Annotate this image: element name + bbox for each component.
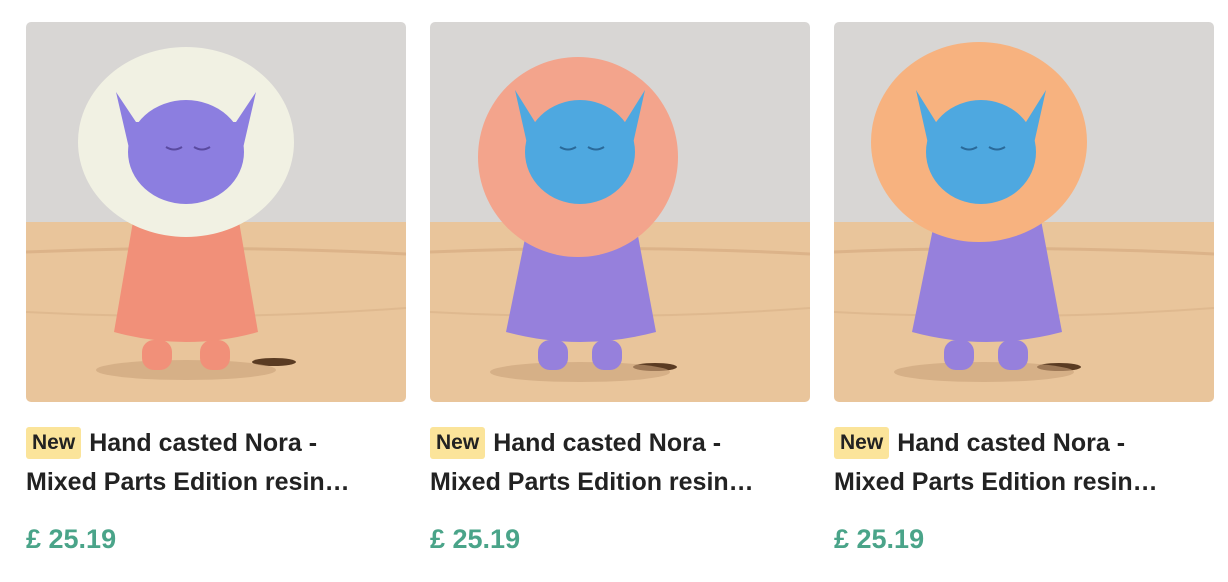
figurine-image (26, 22, 406, 402)
title-line-2[interactable]: Mixed Parts Edition resin… (430, 463, 810, 502)
new-badge: New (834, 427, 890, 459)
product-image[interactable] (834, 22, 1214, 402)
figurine-image (430, 22, 810, 402)
product-grid: New Hand casted Nora - Mixed Parts Editio… (0, 0, 1228, 582)
title-line-1[interactable]: Hand casted Nora - (89, 429, 317, 457)
product-price: £ 25.19 (26, 524, 117, 554)
figurine-image (834, 22, 1214, 402)
product-title[interactable]: New Hand casted Nora - Mixed Parts Editio… (26, 424, 406, 502)
title-line-1[interactable]: Hand casted Nora - (897, 429, 1125, 457)
product-price: £ 25.19 (834, 524, 925, 554)
new-badge: New (430, 427, 486, 459)
title-line-2[interactable]: Mixed Parts Edition resin… (26, 463, 406, 502)
product-card[interactable]: New Hand casted Nora - Mixed Parts Editio… (834, 22, 1214, 556)
new-badge: New (26, 427, 82, 459)
product-card[interactable]: New Hand casted Nora - Mixed Parts Editio… (430, 22, 810, 556)
product-image[interactable] (26, 22, 406, 402)
product-price: £ 25.19 (430, 524, 521, 554)
title-line-2[interactable]: Mixed Parts Edition resin… (834, 463, 1214, 502)
product-card[interactable]: New Hand casted Nora - Mixed Parts Editio… (26, 22, 406, 556)
product-image[interactable] (430, 22, 810, 402)
product-title[interactable]: New Hand casted Nora - Mixed Parts Editio… (834, 424, 1214, 502)
title-line-1[interactable]: Hand casted Nora - (493, 429, 721, 457)
product-title[interactable]: New Hand casted Nora - Mixed Parts Editio… (430, 424, 810, 502)
